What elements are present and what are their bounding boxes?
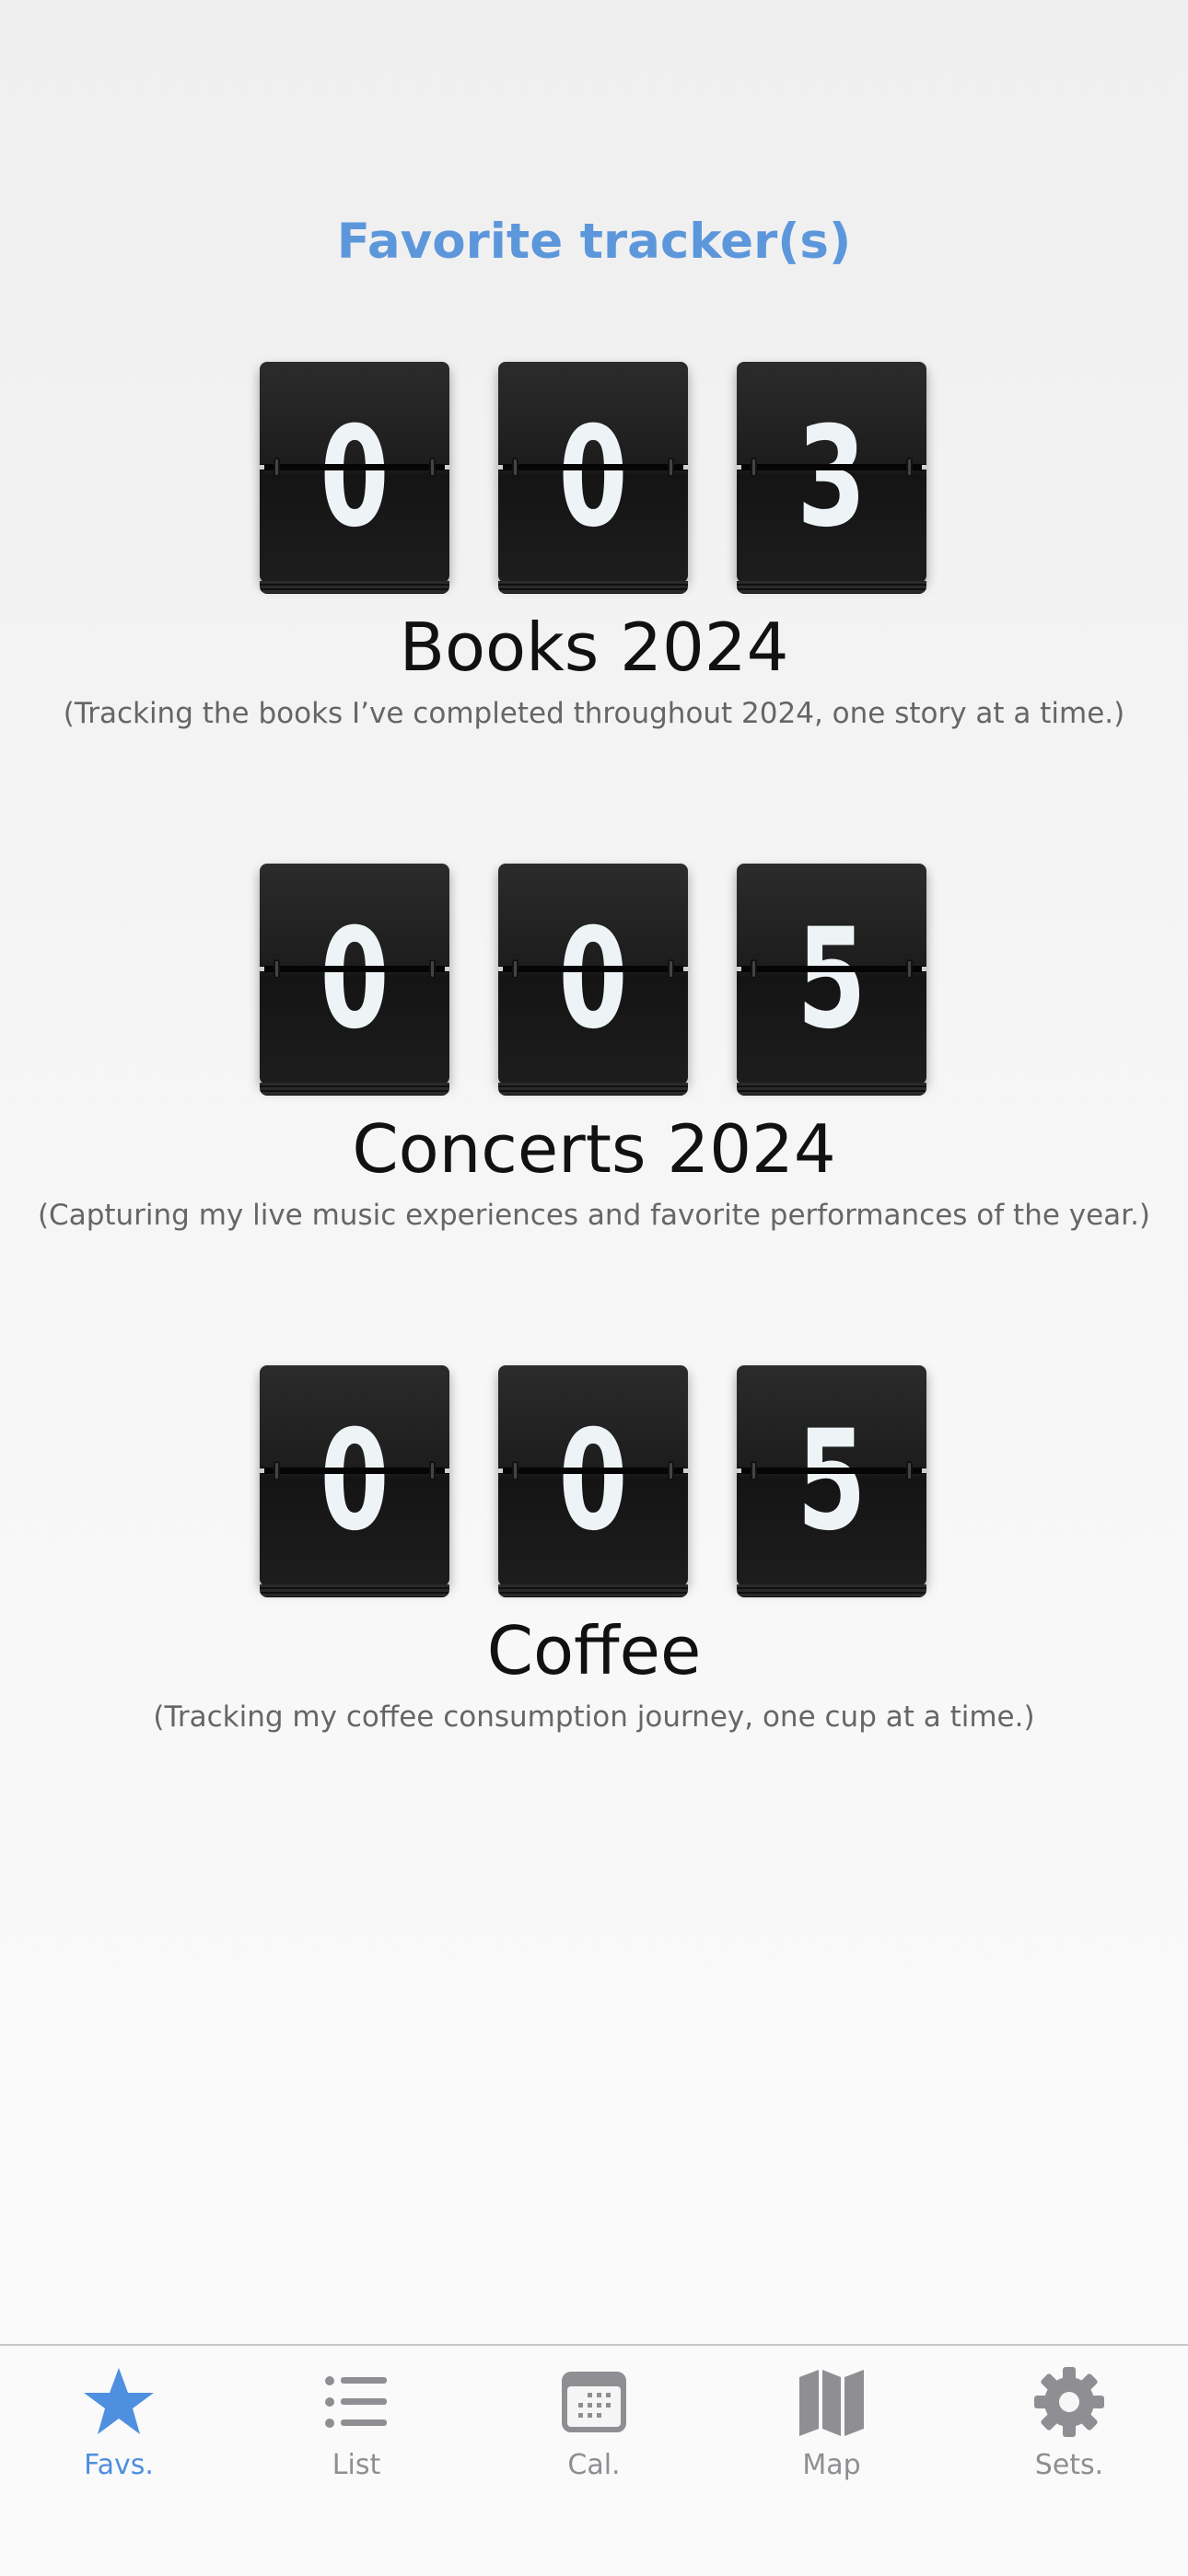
flip-digit-card: 0	[260, 362, 449, 594]
tab-map[interactable]: Map	[713, 2346, 950, 2512]
tracker-description: (Tracking the books I’ve completed throu…	[63, 697, 1125, 730]
counter-digit: 5	[797, 899, 867, 1060]
flip-digit-card: 0	[260, 1365, 449, 1597]
flip-digit-card: 0	[498, 864, 688, 1096]
tracker-name: Concerts 2024	[352, 1110, 836, 1188]
tab-list[interactable]: List	[238, 2346, 475, 2512]
gear-icon	[1034, 2367, 1104, 2437]
flip-digit-card: 5	[737, 1365, 926, 1597]
tab-label: Favs.	[84, 2449, 154, 2481]
tab-label: Map	[802, 2449, 861, 2481]
flip-digit-card: 0	[498, 362, 688, 594]
flip-digit-card: 5	[737, 864, 926, 1096]
page-title: Favorite tracker(s)	[336, 214, 852, 270]
calendar-icon	[562, 2372, 626, 2432]
counter-digit: 5	[797, 1401, 867, 1561]
counter-digit: 3	[797, 398, 867, 558]
tab-label: List	[332, 2449, 381, 2481]
star-icon	[84, 2368, 154, 2434]
flip-counter: 0 0 3	[260, 362, 928, 594]
bottom-tab-bar: Favs. List Cal. Map Sets.	[0, 2344, 1188, 2576]
favorites-screen: Favorite tracker(s) 0 0 3 Books 2024 (Tr…	[0, 0, 1188, 2576]
tab-label: Sets.	[1034, 2449, 1104, 2481]
counter-digit: 0	[558, 398, 628, 558]
tracker-card[interactable]: 0 0 3 Books 2024 (Tracking the books I’v…	[0, 362, 1188, 864]
counter-digit: 0	[320, 899, 390, 1060]
flip-digit-card: 0	[498, 1365, 688, 1597]
tracker-list: 0 0 3 Books 2024 (Tracking the books I’v…	[0, 362, 1188, 1867]
counter-digit: 0	[558, 1401, 628, 1561]
tab-settings[interactable]: Sets.	[950, 2346, 1188, 2512]
tracker-name: Books 2024	[399, 609, 789, 686]
tracker-description: (Capturing my live music experiences and…	[37, 1199, 1151, 1232]
flip-counter: 0 0 5	[260, 864, 928, 1096]
tab-label: Cal.	[567, 2449, 621, 2481]
flip-digit-card: 0	[260, 864, 449, 1096]
tracker-card[interactable]: 0 0 5 Concerts 2024 (Capturing my live m…	[0, 864, 1188, 1365]
counter-digit: 0	[558, 899, 628, 1060]
flip-digit-card: 3	[737, 362, 926, 594]
tab-favs[interactable]: Favs.	[0, 2346, 238, 2512]
counter-digit: 0	[320, 1401, 390, 1561]
tracker-card[interactable]: 0 0 5 Coffee (Tracking my coffee consump…	[0, 1365, 1188, 1867]
tracker-name: Coffee	[486, 1612, 702, 1689]
flip-counter: 0 0 5	[260, 1365, 928, 1597]
tracker-description: (Tracking my coffee consumption journey,…	[153, 1700, 1035, 1734]
list-icon	[325, 2376, 387, 2428]
map-icon	[799, 2370, 864, 2436]
counter-digit: 0	[320, 398, 390, 558]
tab-calendar[interactable]: Cal.	[475, 2346, 713, 2512]
